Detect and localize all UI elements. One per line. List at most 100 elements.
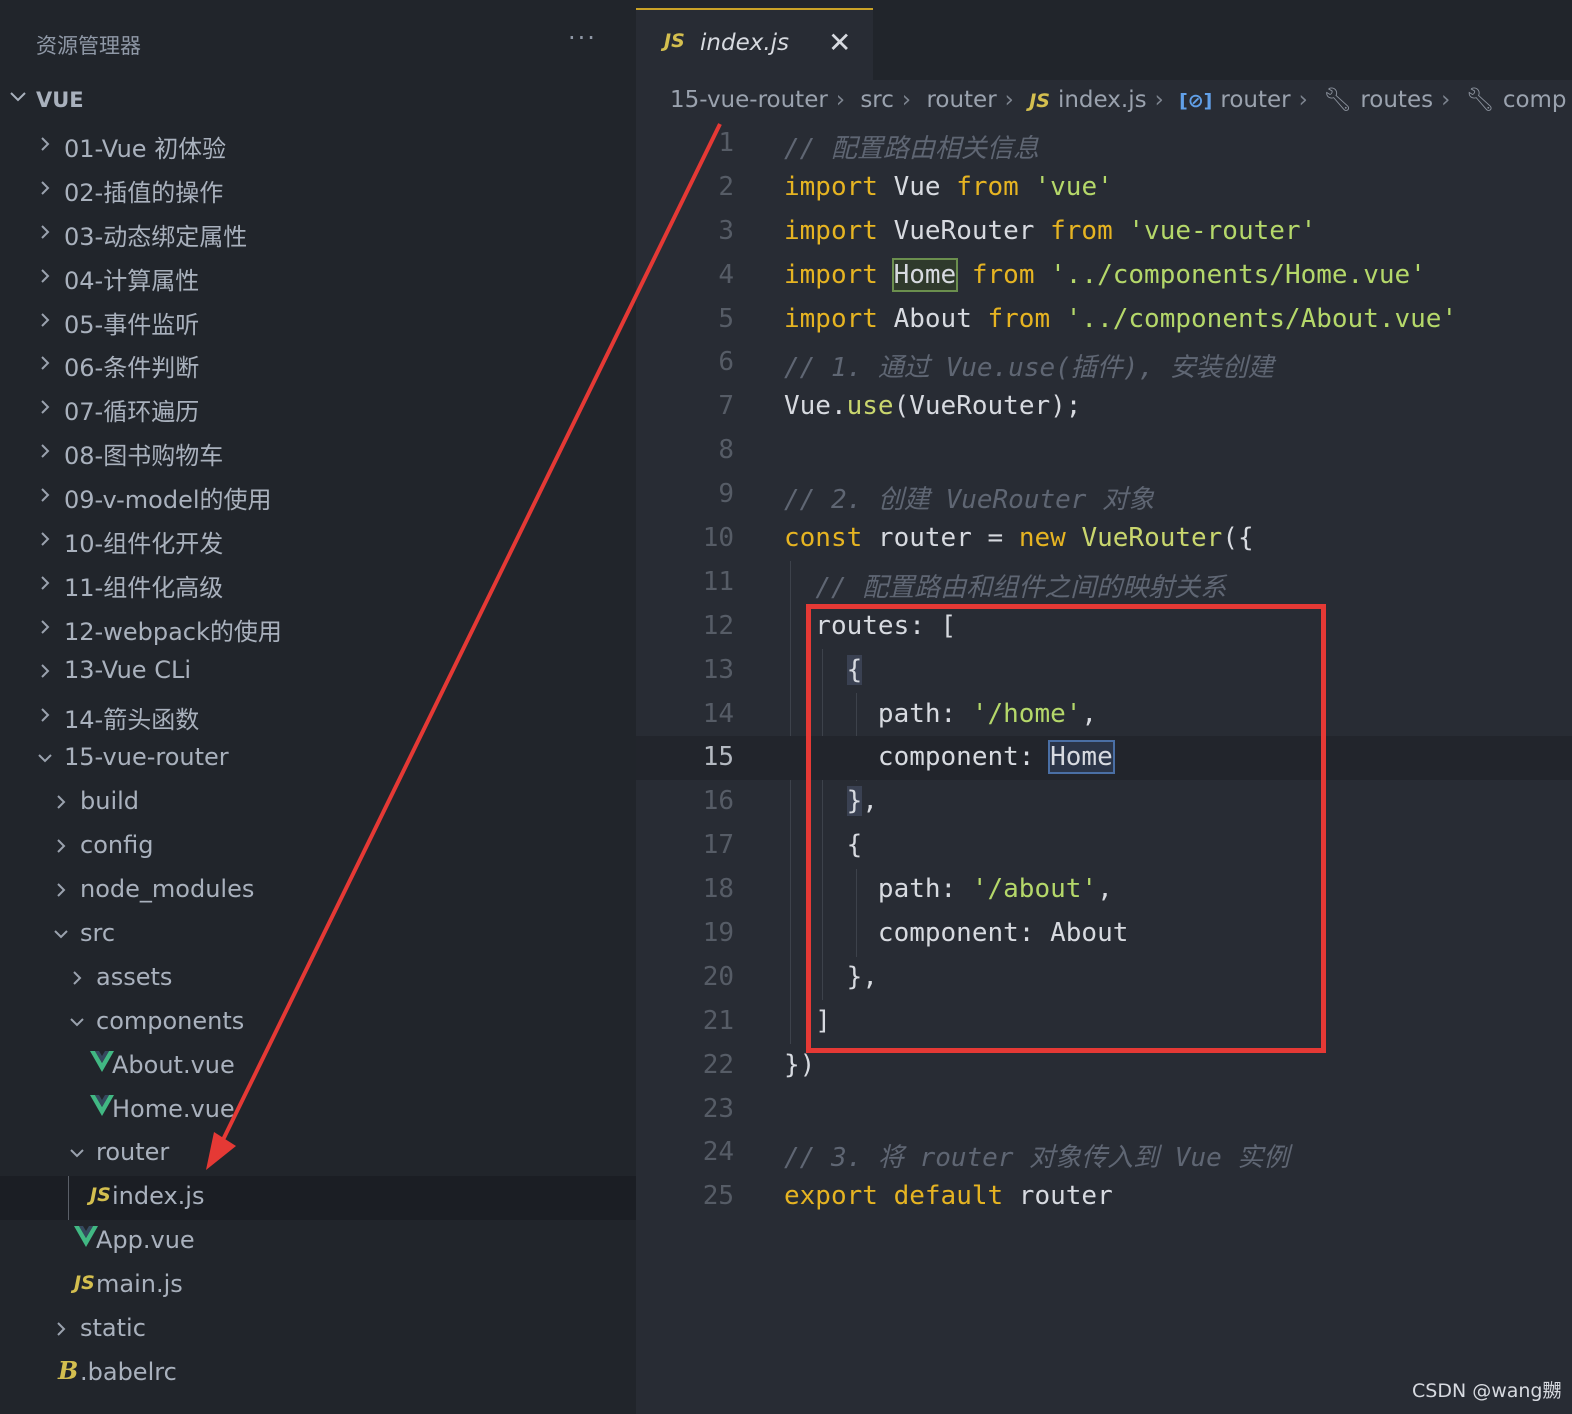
file-item[interactable]: App.vue — [0, 1220, 636, 1264]
folder-item[interactable]: 08-图书购物车 — [0, 430, 636, 474]
code-line[interactable]: 6 // 1. 通过 Vue.use(插件), 安装创建 — [636, 341, 1572, 385]
folder-item[interactable]: 07-循环遍历 — [0, 386, 636, 430]
folder-item[interactable]: 06-条件判断 — [0, 342, 636, 386]
code-line[interactable]: 5 import About from '../components/About.… — [636, 298, 1572, 342]
chevron-down-icon — [36, 749, 54, 767]
folder-item[interactable]: 11-组件化高级 — [0, 562, 636, 606]
workspace-folder[interactable]: VUE — [0, 82, 636, 122]
breadcrumb-folder[interactable]: 15-vue-router — [670, 87, 828, 113]
folder-item[interactable]: 14-箭头函数 — [0, 694, 636, 738]
folder-item[interactable]: 03-动态绑定属性 — [0, 211, 636, 255]
code-line[interactable]: 25 export default router — [636, 1175, 1572, 1219]
code-text: // 配置路由相关信息 — [784, 128, 1039, 165]
file-item[interactable]: About.vue — [0, 1045, 636, 1089]
code-text: export default router — [784, 1181, 1113, 1211]
js-file-icon: JS — [664, 30, 685, 52]
tab-index-js[interactable]: JS index.js ✕ — [636, 8, 873, 80]
tab-bar: JS index.js ✕ — [636, 0, 1572, 80]
line-number: 21 — [702, 1005, 734, 1036]
code-line[interactable]: 2 import Vue from 'vue' — [636, 166, 1572, 210]
folder-item[interactable]: 04-计算属性 — [0, 255, 636, 299]
tree-item-label: 07-循环遍历 — [64, 398, 200, 427]
code-token: import — [784, 215, 878, 246]
breadcrumb-folder[interactable]: router — [926, 87, 996, 113]
code-line[interactable]: 1 // 配置路由相关信息 — [636, 122, 1572, 166]
file-item[interactable]: B .babelrc — [0, 1352, 636, 1396]
tree-item-label: index.js — [112, 1182, 205, 1211]
code-line[interactable]: 23 — [636, 1088, 1572, 1132]
line-number: 15 — [702, 742, 734, 773]
folder-item[interactable]: config — [0, 825, 636, 869]
code-line[interactable]: 9 // 2. 创建 VueRouter 对象 — [636, 473, 1572, 517]
code-line[interactable]: 11 // 配置路由和组件之间的映射关系 — [636, 561, 1572, 605]
code-text: import Home from '../components/Home.vue… — [784, 257, 1426, 292]
breadcrumb-file[interactable]: index.js — [1058, 87, 1147, 113]
tree-item-label: 06-条件判断 — [64, 354, 200, 383]
line-number: 16 — [702, 786, 734, 817]
chevron-right-icon — [36, 135, 54, 153]
workspace-label: VUE — [36, 88, 84, 112]
code-line[interactable]: 10 const router = new VueRouter({ — [636, 517, 1572, 561]
code-token: ({ — [1222, 523, 1254, 554]
folder-item[interactable]: assets — [0, 957, 636, 1001]
chevron-right-icon — [36, 398, 54, 416]
breadcrumb-property[interactable]: routes — [1360, 87, 1433, 113]
code-text: const router = new VueRouter({ — [784, 523, 1254, 553]
code-text: }) — [784, 1050, 815, 1080]
line-number: 7 — [718, 391, 734, 422]
tree-item-label: App.vue — [96, 1226, 195, 1255]
line-number: 17 — [702, 830, 734, 861]
chevron-right-icon — [36, 574, 54, 592]
code-token: // 3. 将 router 对象传入到 Vue 实例 — [784, 1143, 1290, 1174]
folder-item[interactable]: 05-事件监听 — [0, 299, 636, 343]
folder-item[interactable]: 01-Vue 初体验 — [0, 123, 636, 167]
property-wrench-icon: 🔧︎ — [1323, 87, 1353, 113]
chevron-right-icon: › — [1298, 87, 1308, 113]
code-token: // 2. 创建 VueRouter 对象 — [784, 485, 1155, 516]
more-actions-icon[interactable]: ··· — [568, 24, 597, 52]
code-text: // 配置路由和组件之间的映射关系 — [784, 567, 1226, 604]
line-number: 11 — [702, 566, 734, 597]
folder-item[interactable]: src — [0, 913, 636, 957]
indent-guide — [68, 1176, 69, 1221]
folder-item[interactable]: static — [0, 1308, 636, 1352]
folder-item[interactable]: 13-Vue CLi — [0, 650, 636, 694]
chevron-right-icon — [36, 706, 54, 724]
code-line[interactable]: 4 import Home from '../components/Home.vu… — [636, 254, 1572, 298]
code-line[interactable]: 24 // 3. 将 router 对象传入到 Vue 实例 — [636, 1131, 1572, 1175]
chevron-right-icon — [36, 311, 54, 329]
folder-item[interactable]: router — [0, 1132, 636, 1176]
chevron-right-icon: › — [1004, 87, 1014, 113]
file-item[interactable]: Home.vue — [0, 1089, 636, 1133]
chevron-right-icon — [36, 662, 54, 680]
line-number: 2 — [718, 171, 734, 202]
folder-item[interactable]: build — [0, 781, 636, 825]
code-token: // 1. 通过 Vue.use(插件), 安装创建 — [784, 353, 1274, 384]
code-token: new — [1018, 523, 1066, 554]
folder-item[interactable]: 12-webpack的使用 — [0, 606, 636, 650]
code-line[interactable]: 8 — [636, 429, 1572, 473]
breadcrumb-symbol[interactable]: router — [1220, 87, 1290, 113]
breadcrumb-property[interactable]: comp — [1503, 87, 1567, 113]
close-icon[interactable]: ✕ — [828, 26, 851, 59]
code-line[interactable]: 3 import VueRouter from 'vue-router' — [636, 210, 1572, 254]
code-token: use — [846, 391, 894, 422]
folder-item[interactable]: node_modules — [0, 869, 636, 913]
folder-item[interactable]: 02-插值的操作 — [0, 167, 636, 211]
file-item[interactable]: JS index.js — [0, 1176, 636, 1221]
code-token: from — [971, 259, 1035, 290]
line-number: 23 — [702, 1093, 734, 1124]
code-line[interactable]: 7 Vue.use(VueRouter); — [636, 385, 1572, 429]
code-token: import — [784, 259, 878, 290]
code-token: About — [877, 303, 988, 334]
folder-item[interactable]: components — [0, 1001, 636, 1045]
variable-symbol-icon: [⊘] — [1179, 90, 1213, 112]
folder-item[interactable]: 15-vue-router — [0, 737, 636, 781]
line-number: 6 — [718, 347, 734, 378]
folder-item[interactable]: 10-组件化开发 — [0, 518, 636, 562]
folder-item[interactable]: 09-v-model的使用 — [0, 474, 636, 518]
breadcrumb-folder[interactable]: src — [860, 87, 894, 113]
tree-item-label: assets — [96, 962, 173, 991]
file-item[interactable]: JS main.js — [0, 1264, 636, 1308]
